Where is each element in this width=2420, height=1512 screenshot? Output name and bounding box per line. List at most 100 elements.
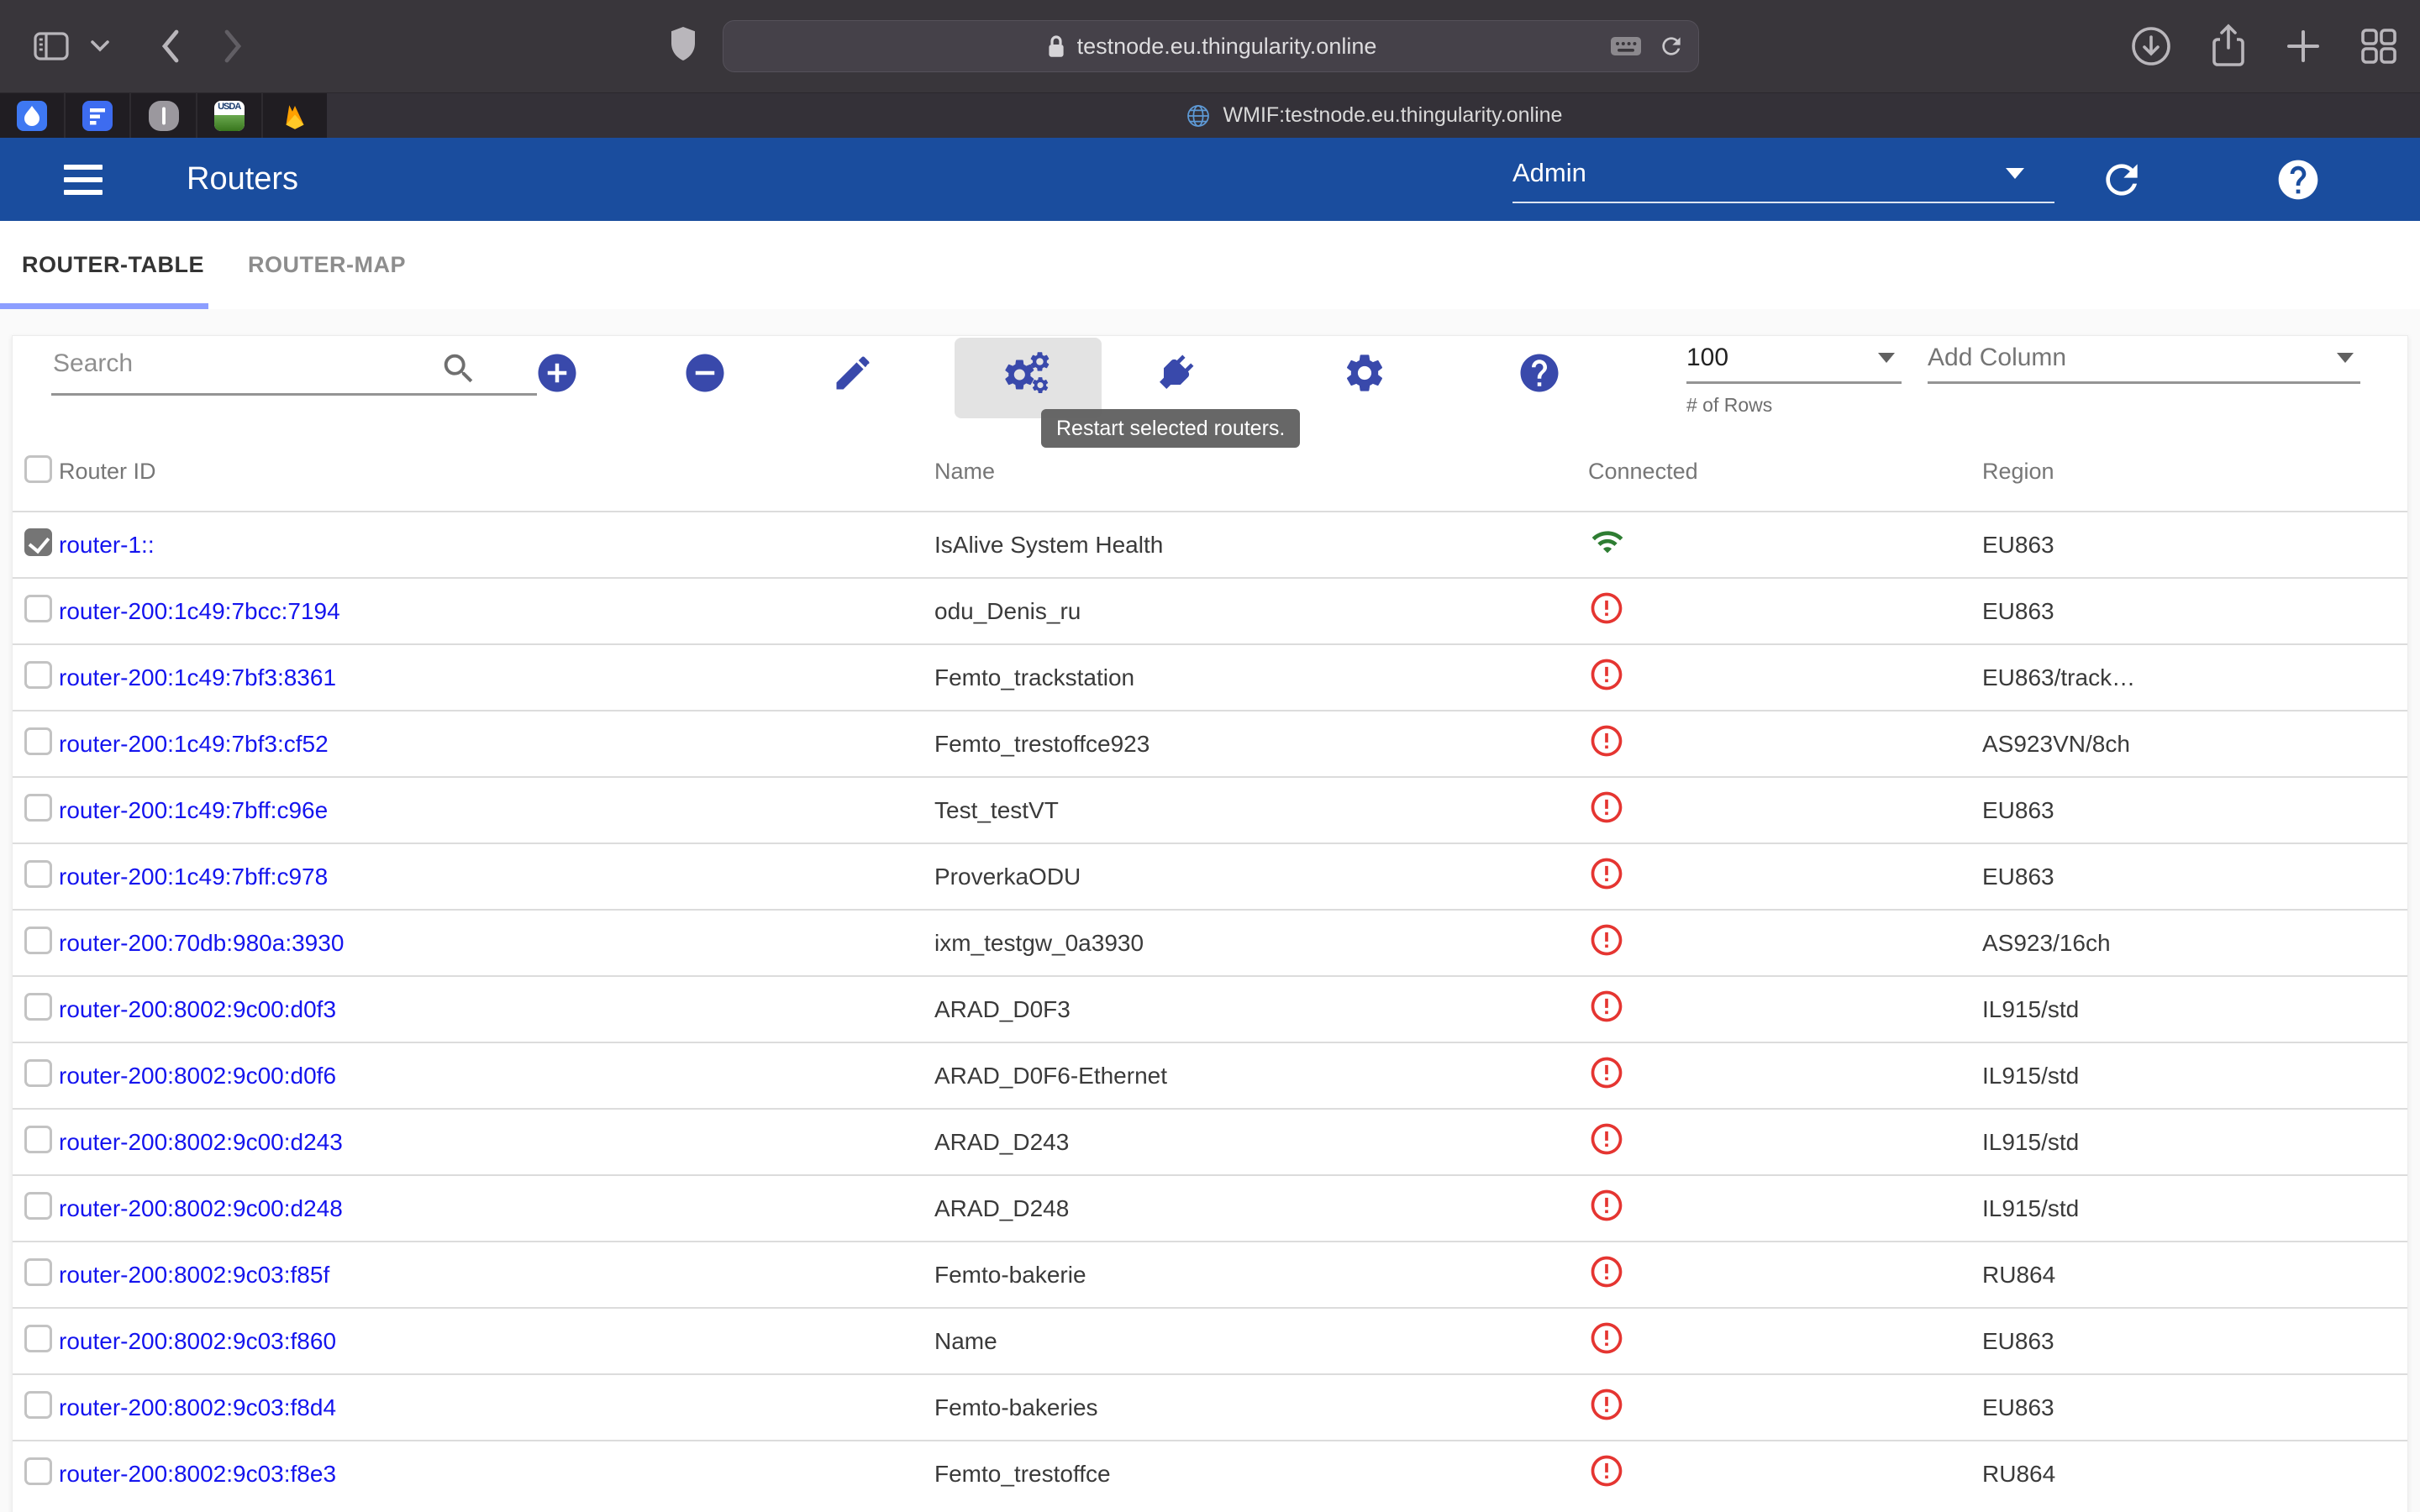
router-id-link[interactable]: router-200:70db:980a:3930 (59, 930, 344, 956)
table-row[interactable]: router-200:70db:980a:3930 ixm_testgw_0a3… (13, 909, 2407, 975)
pinned-tab[interactable] (66, 93, 131, 138)
rows-per-page-select[interactable]: 100 # of Rows (1686, 341, 1902, 417)
status-cell (1573, 1187, 1982, 1230)
pinned-tab[interactable] (263, 93, 327, 138)
table-help-button[interactable] (1516, 349, 1563, 396)
downloads-icon[interactable] (2129, 24, 2173, 68)
address-bar[interactable]: testnode.eu.thingularity.online (723, 20, 1699, 72)
table-row[interactable]: router-200:1c49:7bcc:7194 odu_Denis_ru E… (13, 577, 2407, 643)
table-row[interactable]: router-200:8002:9c00:d243 ARAD_D243 IL91… (13, 1108, 2407, 1174)
router-id-link[interactable]: router-200:8002:9c00:d0f3 (59, 996, 336, 1022)
table-row[interactable]: router-200:1c49:7bf3:8361 Femto_tracksta… (13, 643, 2407, 710)
router-id-link[interactable]: router-200:8002:9c03:f860 (59, 1328, 336, 1354)
router-region: EU863 (1982, 532, 2407, 559)
add-router-button[interactable] (534, 349, 581, 396)
pinned-tab[interactable] (0, 93, 66, 138)
share-icon[interactable] (2208, 23, 2249, 70)
router-region: IL915/std (1982, 1063, 2407, 1089)
table-row[interactable]: router-200:8002:9c00:d248 ARAD_D248 IL91… (13, 1174, 2407, 1241)
pinned-tab[interactable]: USDA (197, 93, 263, 138)
active-tab-indicator (0, 303, 208, 309)
row-checkbox[interactable] (24, 727, 52, 755)
row-checkbox[interactable] (24, 1391, 52, 1419)
table-row[interactable]: router-200:8002:9c03:f8e3 Femto_trestoff… (13, 1440, 2407, 1506)
error-icon (1588, 1203, 1625, 1229)
select-all-checkbox[interactable] (24, 455, 52, 483)
row-checkbox[interactable] (24, 1192, 52, 1220)
table-row[interactable]: router-200:8002:9c00:d0f3 ARAD_D0F3 IL91… (13, 975, 2407, 1042)
router-id-link[interactable]: router-200:8002:9c03:f85f (59, 1262, 329, 1288)
router-id-link[interactable]: router-200:8002:9c03:f8e3 (59, 1461, 336, 1487)
row-checkbox[interactable] (24, 1325, 52, 1352)
table-row[interactable]: router-200:1c49:7bff:c96e Test_testVT EU… (13, 776, 2407, 843)
remove-router-button[interactable] (681, 349, 729, 396)
router-id-link[interactable]: router-200:1c49:7bff:c96e (59, 797, 328, 823)
new-tab-icon[interactable] (2284, 27, 2323, 66)
docs-favicon (82, 101, 113, 131)
row-checkbox[interactable] (24, 1258, 52, 1286)
status-cell (1573, 988, 1982, 1031)
usda-label: USDA (214, 101, 245, 113)
row-checkbox[interactable] (24, 993, 52, 1021)
row-checkbox[interactable] (24, 595, 52, 622)
router-id-link[interactable]: router-1:: (59, 532, 155, 558)
globe-favicon (1185, 102, 1212, 129)
firebase-favicon (280, 101, 310, 131)
connect-router-button[interactable] (1152, 349, 1199, 396)
tab-overview-icon[interactable] (2358, 25, 2400, 67)
error-icon (1588, 1070, 1625, 1096)
menu-icon[interactable] (64, 165, 103, 195)
add-column-select[interactable]: Add Column (1928, 341, 2360, 384)
row-checkbox[interactable] (24, 1059, 52, 1087)
tab-router-map[interactable]: ROUTER-MAP (226, 221, 428, 309)
table-row[interactable]: router-1:: IsAlive System Health EU863 (13, 511, 2407, 577)
settings-button[interactable] (1341, 349, 1388, 396)
router-id-link[interactable]: router-200:1c49:7bff:c978 (59, 864, 328, 890)
table-row[interactable]: router-200:8002:9c03:f85f Femto-bakerie … (13, 1241, 2407, 1307)
router-id-link[interactable]: router-200:1c49:7bf3:8361 (59, 664, 336, 690)
forward-icon[interactable] (222, 29, 244, 64)
user-select[interactable]: Admin (1512, 155, 2054, 203)
chevron-down-icon (2006, 168, 2024, 179)
table-row[interactable]: router-200:8002:9c03:f8d4 Femto-bakeries… (13, 1373, 2407, 1440)
table-row[interactable]: router-200:1c49:7bf3:cf52 Femto_trestoff… (13, 710, 2407, 776)
status-cell (1573, 590, 1982, 633)
router-id-link[interactable]: router-200:8002:9c00:d0f6 (59, 1063, 336, 1089)
active-tab[interactable]: WMIF:testnode.eu.thingularity.online (327, 93, 2420, 138)
sidebar-icon[interactable] (34, 32, 69, 60)
row-checkbox[interactable] (24, 1457, 52, 1485)
active-tab-title: WMIF:testnode.eu.thingularity.online (1223, 103, 1563, 128)
keyboard-icon[interactable] (1609, 34, 1643, 59)
router-id-link[interactable]: router-200:1c49:7bcc:7194 (59, 598, 340, 624)
tab-router-table[interactable]: ROUTER-TABLE (0, 221, 226, 309)
row-checkbox[interactable] (24, 860, 52, 888)
router-id-link[interactable]: router-200:8002:9c00:d243 (59, 1129, 343, 1155)
table-row[interactable]: router-200:8002:9c00:d0f6 ARAD_D0F6-Ethe… (13, 1042, 2407, 1108)
restart-routers-button[interactable] (1004, 349, 1051, 396)
refresh-icon[interactable] (2098, 156, 2145, 203)
row-checkbox[interactable] (24, 794, 52, 822)
table-row[interactable]: router-200:1c49:7bff:c978 ProverkaODU EU… (13, 843, 2407, 909)
table-row[interactable]: router-200:8002:9c03:f860 Name EU863 (13, 1307, 2407, 1373)
help-icon[interactable] (2275, 156, 2322, 203)
chevron-down-icon (1878, 353, 1895, 363)
router-id-link[interactable]: router-200:1c49:7bf3:cf52 (59, 731, 329, 757)
row-checkbox[interactable] (24, 1126, 52, 1153)
pinned-tab[interactable] (131, 93, 197, 138)
privacy-shield-icon[interactable] (669, 25, 697, 62)
router-id-link[interactable]: router-200:8002:9c00:d248 (59, 1195, 343, 1221)
router-name: ixm_testgw_0a3930 (934, 930, 1573, 957)
reload-icon[interactable] (1658, 33, 1685, 60)
back-icon[interactable] (160, 29, 182, 64)
router-region: EU863 (1982, 598, 2407, 625)
router-name: IsAlive System Health (934, 532, 1573, 559)
row-checkbox[interactable] (24, 528, 52, 556)
router-id-link[interactable]: router-200:8002:9c03:f8d4 (59, 1394, 336, 1420)
row-checkbox[interactable] (24, 661, 52, 689)
edit-router-button[interactable] (829, 349, 876, 396)
error-icon (1588, 738, 1625, 764)
row-checkbox[interactable] (24, 927, 52, 954)
rows-per-page-value: 100 (1686, 341, 1902, 375)
chevron-down-icon[interactable] (91, 40, 109, 52)
router-name: Name (934, 1328, 1573, 1355)
